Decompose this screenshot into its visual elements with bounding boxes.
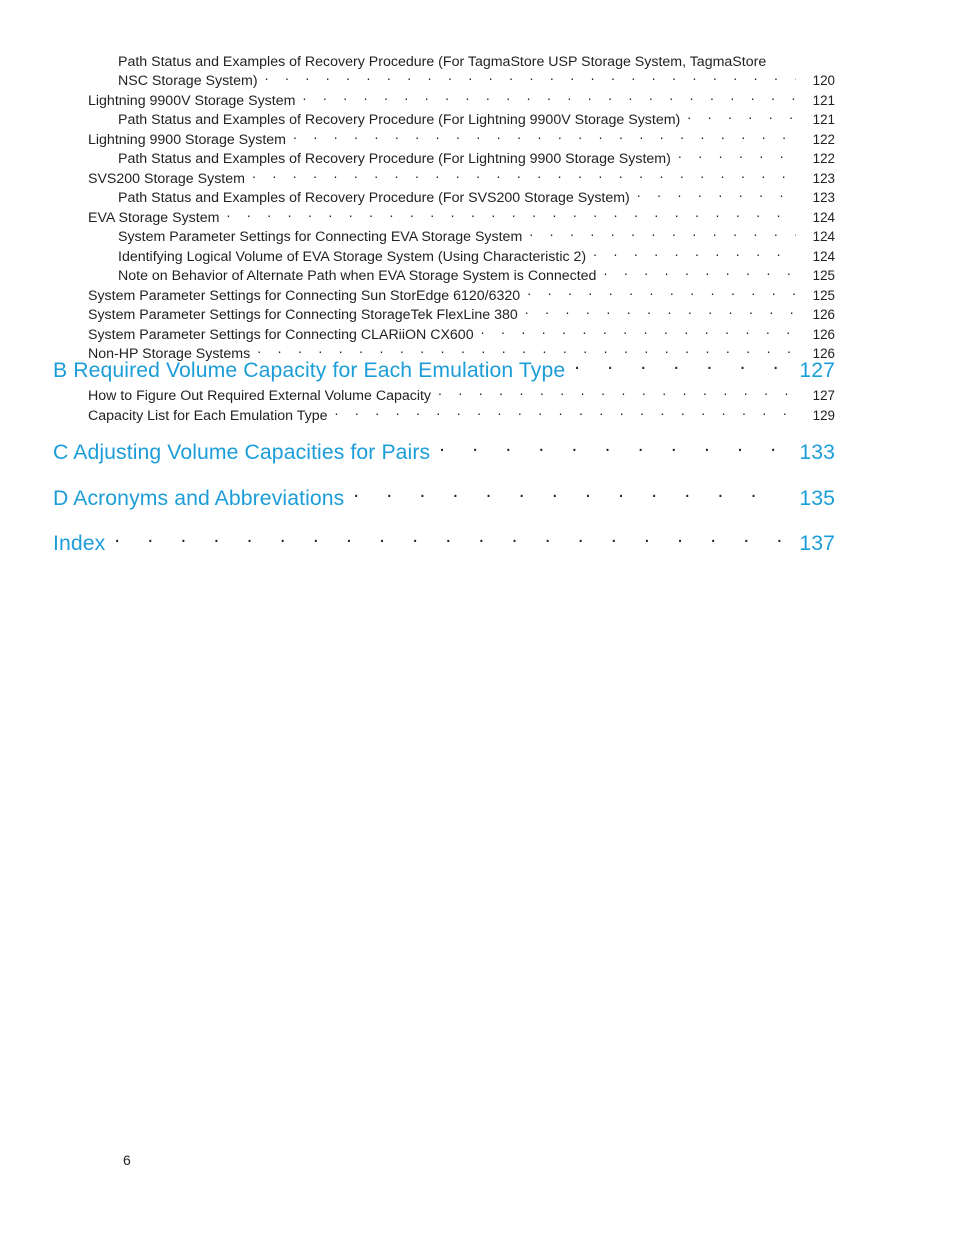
toc-page: Path Status and Examples of Recovery Pro… <box>0 0 954 1235</box>
toc-entry[interactable]: SVS200 Storage System 123 <box>88 169 835 188</box>
dot-leader <box>302 91 796 105</box>
toc-chapter-heading[interactable]: C Adjusting Volume Capacities for Pairs … <box>53 438 835 466</box>
toc-entry-title: Identifying Logical Volume of EVA Storag… <box>118 248 587 265</box>
toc-entry-title: System Parameter Settings for Connecting… <box>88 287 521 304</box>
toc-chapter-b: B Required Volume Capacity for Each Emul… <box>53 356 835 425</box>
dot-leader <box>114 529 785 550</box>
dot-leader <box>603 266 796 280</box>
toc-chapter-title: B Required Volume Capacity for Each Emul… <box>53 359 566 383</box>
toc-entry-page: 121 <box>812 92 835 108</box>
toc-entry-title: Path Status and Examples of Recovery Pro… <box>118 190 630 207</box>
dot-leader <box>293 130 796 144</box>
dot-leader <box>527 286 796 300</box>
toc-entry-title: NSC Storage System) <box>118 73 258 90</box>
toc-entry[interactable]: Path Status and Examples of Recovery Pro… <box>88 149 835 168</box>
toc-entry-page: 122 <box>812 151 835 167</box>
toc-chapter-page: 133 <box>799 441 835 465</box>
toc-entry-title: Lightning 9900 Storage System <box>88 131 286 148</box>
toc-chapter-title: D Acronyms and Abbreviations <box>53 487 345 511</box>
dot-leader <box>574 356 785 377</box>
dot-leader <box>438 386 796 400</box>
toc-entry-title: System Parameter Settings for Connecting… <box>88 307 518 324</box>
toc-entry-title: Path Status and Examples of Recovery Pro… <box>118 151 671 168</box>
toc-chapter-page: 127 <box>799 359 835 383</box>
toc-entry[interactable]: Capacity List for Each Emulation Type 12… <box>88 406 835 425</box>
toc-chapter-title: Index <box>53 532 106 556</box>
toc-entry[interactable]: Note on Behavior of Alternate Path when … <box>88 266 835 285</box>
dot-leader <box>637 188 796 202</box>
toc-chapter-page: 135 <box>799 487 835 511</box>
toc-entry-page: 127 <box>812 388 835 404</box>
toc-chapter-page: 137 <box>799 532 835 556</box>
toc-entry-title: Lightning 9900V Storage System <box>88 92 296 109</box>
toc-entry[interactable]: System Parameter Settings for Connecting… <box>88 325 835 344</box>
toc-entry-page: 126 <box>812 307 835 323</box>
toc-entry[interactable]: Lightning 9900 Storage System 122 <box>88 130 835 149</box>
toc-entry-title: Note on Behavior of Alternate Path when … <box>118 268 597 285</box>
toc-entry-page: 122 <box>812 131 835 147</box>
toc-entry-title: Capacity List for Each Emulation Type <box>88 407 328 424</box>
toc-entry[interactable]: EVA Storage System 124 <box>88 208 835 227</box>
dot-leader <box>678 149 796 163</box>
toc-entry-page: 125 <box>812 268 835 284</box>
toc-continued-section: Path Status and Examples of Recovery Pro… <box>88 54 835 364</box>
toc-entry-page: 129 <box>812 407 835 423</box>
toc-entry-page: 126 <box>812 326 835 342</box>
toc-entry-title-line1: Path Status and Examples of Recovery Pro… <box>118 54 767 70</box>
toc-chapter-index: Index 137 <box>53 529 835 557</box>
toc-entry[interactable]: How to Figure Out Required External Volu… <box>88 386 835 405</box>
dot-leader <box>439 438 785 459</box>
toc-entry-page: 120 <box>812 73 835 89</box>
dot-leader <box>226 208 796 222</box>
toc-entry-title: SVS200 Storage System <box>88 170 245 187</box>
dot-leader <box>353 484 785 505</box>
toc-entry-page: 124 <box>812 229 835 245</box>
dot-leader <box>481 325 796 339</box>
toc-chapter-d: D Acronyms and Abbreviations 135 <box>53 484 835 512</box>
toc-entry-page: 123 <box>812 170 835 186</box>
toc-entry[interactable]: Path Status and Examples of Recovery Pro… <box>88 54 835 91</box>
toc-chapter-heading[interactable]: B Required Volume Capacity for Each Emul… <box>53 356 835 384</box>
toc-entry-title: How to Figure Out Required External Volu… <box>88 388 432 405</box>
toc-entry[interactable]: Identifying Logical Volume of EVA Storag… <box>88 247 835 266</box>
toc-entry-title: System Parameter Settings for Connecting… <box>88 326 474 343</box>
toc-chapter-title: C Adjusting Volume Capacities for Pairs <box>53 441 431 465</box>
toc-entry-page: 124 <box>812 209 835 225</box>
dot-leader <box>687 110 796 124</box>
dot-leader <box>252 169 796 183</box>
dot-leader <box>334 406 796 420</box>
toc-entry[interactable]: System Parameter Settings for Connecting… <box>88 305 835 324</box>
toc-entry-title: EVA Storage System <box>88 209 220 226</box>
dot-leader <box>525 305 796 319</box>
toc-entry[interactable]: System Parameter Settings for Connecting… <box>88 286 835 305</box>
footer-page-number: 6 <box>123 1152 131 1168</box>
toc-entry-page: 123 <box>812 190 835 206</box>
toc-chapter-heading[interactable]: D Acronyms and Abbreviations 135 <box>53 484 835 512</box>
toc-entry[interactable]: System Parameter Settings for Connecting… <box>88 227 835 246</box>
dot-leader <box>265 71 796 85</box>
toc-chapter-heading[interactable]: Index 137 <box>53 529 835 557</box>
toc-entry[interactable]: Path Status and Examples of Recovery Pro… <box>88 188 835 207</box>
toc-chapter-c: C Adjusting Volume Capacities for Pairs … <box>53 438 835 466</box>
toc-entry[interactable]: Lightning 9900V Storage System 121 <box>88 91 835 110</box>
toc-chapter-subentries: How to Figure Out Required External Volu… <box>88 386 835 425</box>
toc-entry-title: System Parameter Settings for Connecting… <box>118 229 523 246</box>
toc-entry[interactable]: Path Status and Examples of Recovery Pro… <box>88 110 835 129</box>
dot-leader <box>529 227 796 241</box>
toc-entry-page: 124 <box>812 248 835 264</box>
dot-leader <box>593 247 796 261</box>
toc-entry-page: 125 <box>812 287 835 303</box>
toc-entry-page: 121 <box>812 112 835 128</box>
toc-entry-title: Path Status and Examples of Recovery Pro… <box>118 112 681 129</box>
